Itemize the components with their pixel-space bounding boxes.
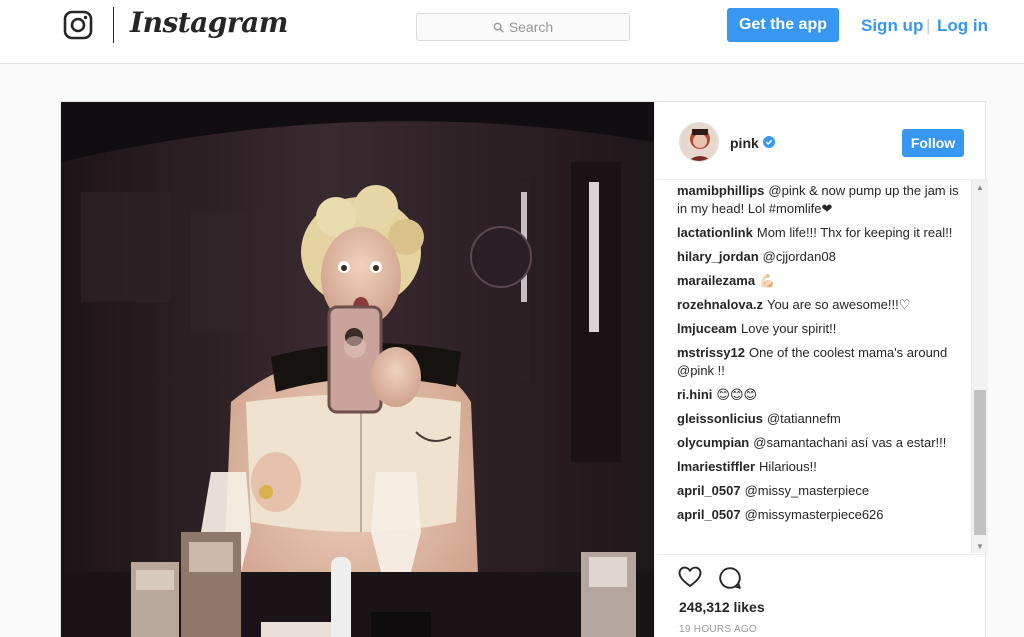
list-item: mstrissy12 One of the coolest mama's arou… — [677, 344, 972, 380]
comment-username[interactable]: ri.hini — [677, 387, 712, 402]
comment-username[interactable]: mstrissy12 — [677, 345, 745, 360]
comment-text: Mom life!!! Thx for keeping it real!! — [756, 225, 953, 240]
search-placeholder: Search — [508, 19, 554, 35]
comment-icon[interactable] — [718, 566, 742, 590]
comment-text: You are so awesome!!!♡ — [766, 297, 911, 312]
post-card: pink Follow mamibphillips @pink & now pum… — [60, 101, 988, 637]
avatar[interactable] — [679, 122, 719, 162]
post-sidebar: pink Follow mamibphillips @pink & now pum… — [654, 102, 988, 637]
comment-username[interactable]: gleissonlicius — [677, 411, 763, 426]
likes-count[interactable]: 248,312 likes — [679, 599, 765, 615]
comment-username[interactable]: rozehnalova.z — [677, 297, 763, 312]
list-item: lmjuceam Love your spirit!! — [677, 320, 972, 338]
comment-text: Hilarious!! — [759, 459, 817, 474]
list-item: rozehnalova.z You are so awesome!!!♡ — [677, 296, 972, 314]
scroll-down-arrow-icon[interactable]: ▼ — [972, 539, 988, 553]
comment-text: @cjjordan08 — [762, 249, 836, 264]
comment-username[interactable]: olycumpian — [677, 435, 749, 450]
comment-text: @missymasterpiece626 — [744, 507, 884, 522]
comments-list[interactable]: mamibphillips @pink & now pump up the jam… — [677, 182, 972, 554]
comment-username[interactable]: april_0507 — [677, 507, 741, 522]
list-item: april_0507 @missy_masterpiece — [677, 482, 972, 500]
log-in-link[interactable]: Log in — [937, 16, 988, 36]
post-photo[interactable] — [61, 102, 654, 637]
comment-text: Love your spirit!! — [740, 321, 837, 336]
comment-text: 💪🏻 — [759, 273, 776, 288]
post-header: pink Follow — [655, 102, 988, 180]
post-timestamp[interactable]: 19 HOURS AGO — [679, 624, 757, 635]
list-item: lactationlink Mom life!!! Thx for keeping… — [677, 224, 972, 242]
comment-text: @missy_masterpiece — [744, 483, 870, 498]
list-item: marailezama 💪🏻 — [677, 272, 972, 290]
comment-text: 😊😊😊 — [716, 387, 758, 402]
avatar-image — [680, 123, 718, 161]
comment-username[interactable]: hilary_jordan — [677, 249, 759, 264]
sign-up-link[interactable]: Sign up — [861, 16, 923, 36]
comment-username[interactable]: lactationlink — [677, 225, 753, 240]
search-icon — [493, 22, 504, 33]
follow-button[interactable]: Follow — [902, 129, 964, 157]
instagram-camera-icon[interactable] — [63, 10, 93, 40]
comment-username[interactable]: marailezama — [677, 273, 755, 288]
verified-badge-icon — [763, 136, 775, 148]
scroll-up-arrow-icon[interactable]: ▲ — [972, 180, 988, 194]
list-item: olycumpian @samantachani así vas a estar!… — [677, 434, 972, 452]
comment-text: @tatiannefm — [766, 411, 841, 426]
scroll-thumb[interactable] — [974, 390, 986, 535]
comment-username[interactable]: lmariestiffler — [677, 459, 755, 474]
comment-username[interactable]: lmjuceam — [677, 321, 737, 336]
list-item: hilary_jordan @cjjordan08 — [677, 248, 972, 266]
post-photo-image — [61, 102, 654, 637]
comment-username[interactable]: mamibphillips — [677, 183, 764, 198]
comments-scrollbar[interactable]: ▲ ▼ — [971, 180, 988, 553]
list-item: ri.hini 😊😊😊 — [677, 386, 972, 404]
nav-divider — [113, 7, 114, 43]
list-item: lmariestiffler Hilarious!! — [677, 458, 972, 476]
comment-text: @samantachani así vas a estar!!! — [753, 435, 947, 450]
instagram-wordmark[interactable]: Instagram — [130, 6, 288, 39]
top-nav: Instagram Search Get the app Sign up | L… — [0, 0, 1024, 64]
auth-separator: | — [926, 16, 931, 35]
list-item: gleissonlicius @tatiannefm — [677, 410, 972, 428]
list-item: april_0507 @missymasterpiece626 — [677, 506, 972, 524]
post-actions: 248,312 likes 19 HOURS AGO — [655, 554, 988, 637]
search-input[interactable]: Search — [416, 13, 630, 41]
get-the-app-button[interactable]: Get the app — [727, 8, 839, 42]
heart-icon[interactable] — [678, 566, 702, 588]
comment-username[interactable]: april_0507 — [677, 483, 741, 498]
list-item: mamibphillips @pink & now pump up the jam… — [677, 182, 972, 218]
post-username[interactable]: pink — [730, 135, 759, 151]
